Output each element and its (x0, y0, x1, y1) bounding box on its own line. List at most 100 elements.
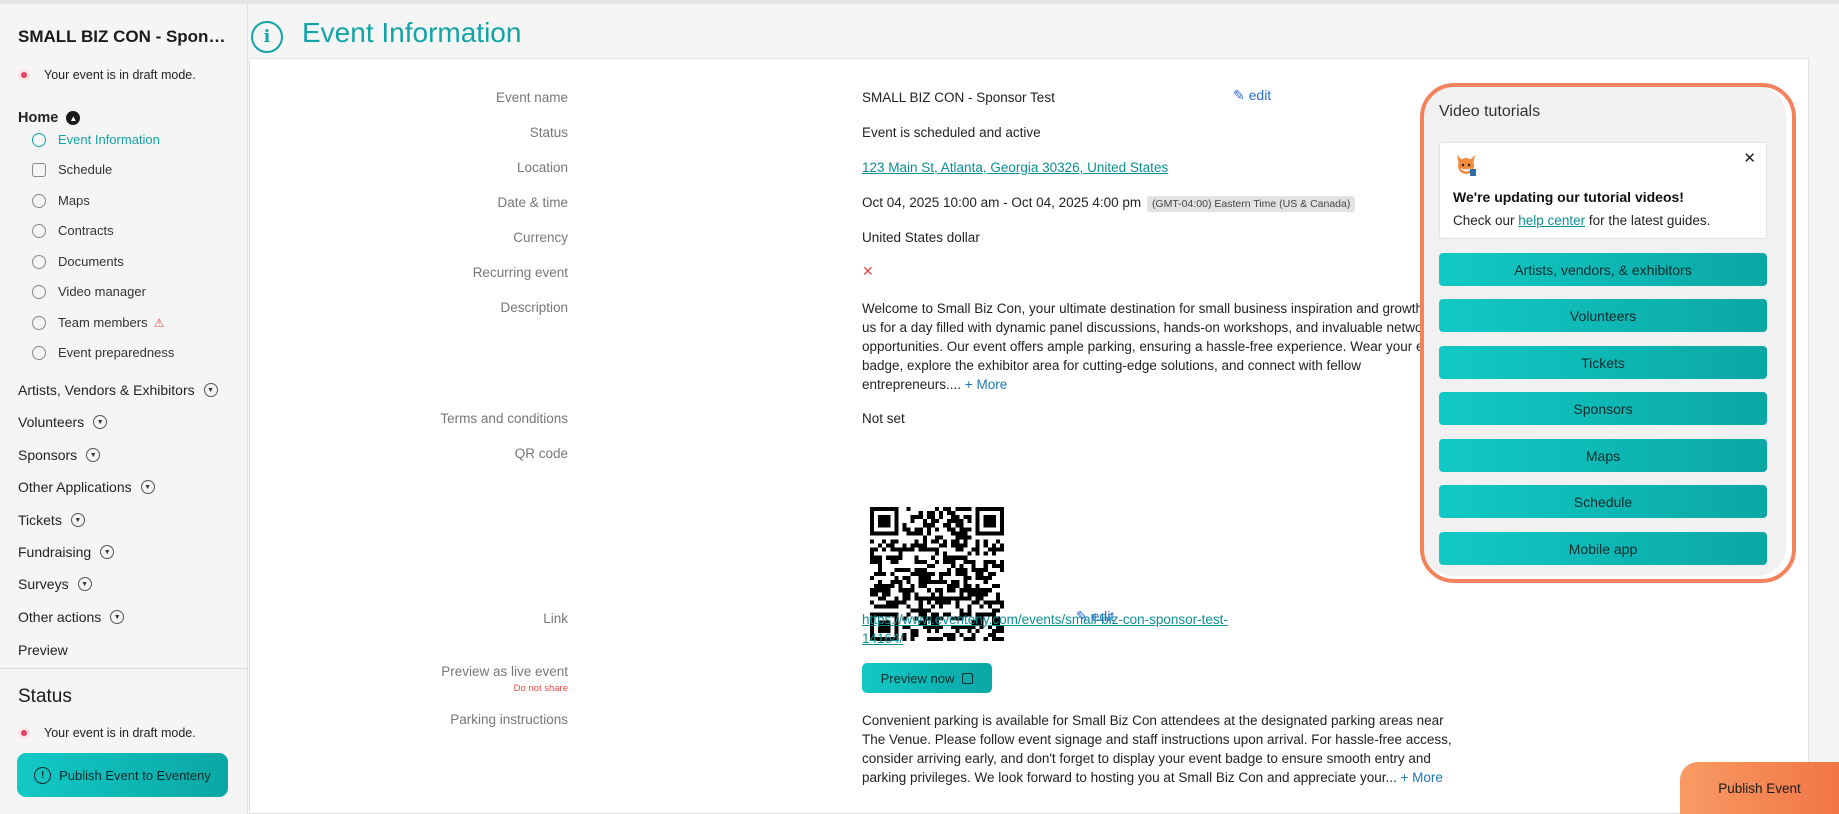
chevron-down-icon: ▼ (93, 415, 108, 429)
description-value: Welcome to Small Biz Con, your ultimate … (862, 299, 1462, 394)
top-border (0, 0, 1839, 4)
sidebar-item-label: Video manager (58, 284, 146, 299)
check-circle-icon (32, 345, 46, 360)
edit-event-link[interactable]: ✎ edit (1233, 87, 1271, 104)
tutorial-tickets-button[interactable]: Tickets (1439, 346, 1767, 379)
sidebar-item-team-members[interactable]: Team members ⚠ (32, 315, 164, 330)
preview-now-button[interactable]: Preview now (862, 663, 992, 693)
edit-link-button[interactable]: ✎ edit (1076, 608, 1114, 625)
timezone-badge: (GMT-04:00) Eastern Time (US & Canada) (1146, 196, 1356, 212)
status-draft-text: Your event is in draft mode. (44, 726, 196, 740)
sidebar-item-event-information[interactable]: Event Information (32, 132, 160, 147)
parking-label: Parking instructions (450, 712, 568, 727)
sidebar-item-event-preparedness[interactable]: Event preparedness (32, 345, 174, 360)
map-pin-icon (32, 193, 46, 208)
sidebar-section-tickets[interactable]: Tickets ▼ (18, 512, 85, 528)
sidebar-item-label: Schedule (58, 162, 113, 177)
sidebar-section-label: Tickets (18, 512, 62, 528)
document-icon (32, 254, 46, 269)
draft-dot-icon (18, 727, 30, 739)
tutorial-schedule-button[interactable]: Schedule (1439, 485, 1767, 518)
location-link[interactable]: 123 Main St, Atlanta, Georgia 30326, Uni… (862, 160, 1168, 175)
currency-label: Currency (513, 230, 568, 245)
publish-to-eventeny-button[interactable]: ! Publish Event to Eventeny (17, 753, 228, 797)
tutorial-artists-vendors-button[interactable]: Artists, vendors, & exhibitors (1439, 253, 1767, 286)
currency-value: United States dollar (862, 230, 980, 245)
sidebar-section-label: Fundraising (18, 544, 92, 560)
contract-icon (32, 223, 46, 238)
datetime-label: Date & time (497, 195, 568, 210)
description-more-link[interactable]: + More (965, 377, 1007, 392)
sidebar-section-label: Preview (18, 642, 68, 658)
publish-event-button[interactable]: Publish Event (1680, 762, 1839, 814)
parking-more-link[interactable]: + More (1401, 770, 1443, 785)
info-icon: i (251, 21, 283, 53)
draft-status-text: Your event is in draft mode. (44, 68, 196, 82)
tutorial-volunteers-button[interactable]: Volunteers (1439, 299, 1767, 332)
sidebar-section-label: Sponsors (18, 447, 78, 463)
link-label: Link (543, 611, 568, 626)
sidebar-item-schedule[interactable]: Schedule (32, 162, 112, 177)
sidebar-section-label: Other Applications (18, 479, 132, 495)
location-label: Location (516, 160, 568, 175)
sidebar-item-label: Team members (58, 315, 148, 330)
sidebar-section-other-actions[interactable]: Other actions ▼ (18, 609, 125, 625)
external-link-icon (962, 672, 974, 684)
sidebar-section-artists-vendors-exhibitors[interactable]: Artists, Vendors & Exhibitors ▼ (18, 382, 218, 398)
datetime-text: Oct 04, 2025 10:00 am - Oct 04, 2025 4:0… (862, 195, 1142, 210)
globe-icon (32, 284, 46, 299)
status-heading: Status (18, 686, 72, 707)
tutorial-maps-button[interactable]: Maps (1439, 439, 1767, 472)
close-icon[interactable]: ✕ (1743, 149, 1756, 167)
sidebar-home[interactable]: Home ▲ (18, 110, 81, 126)
chevron-down-icon: ▼ (100, 545, 115, 559)
sidebar-item-maps[interactable]: Maps (32, 193, 90, 208)
pencil-icon: ✎ (1076, 608, 1088, 624)
event-title: SMALL BIZ CON - Sponsor Test (18, 27, 233, 46)
notice-suffix: for the latest guides. (1585, 213, 1711, 228)
terms-value: Not set (862, 411, 905, 426)
datetime-value: Oct 04, 2025 10:00 am - Oct 04, 2025 4:0… (862, 195, 1356, 212)
notice-text: Check our help center for the latest gui… (1453, 213, 1710, 228)
sidebar-item-contracts[interactable]: Contracts (32, 223, 114, 238)
status-value: Event is scheduled and active (862, 125, 1041, 140)
sidebar-section-label: Volunteers (18, 414, 85, 430)
qr-label: QR code (514, 446, 568, 461)
draft-status: Your event is in draft mode. (18, 68, 196, 82)
info-icon (32, 132, 46, 147)
terms-label: Terms and conditions (440, 411, 568, 426)
sidebar-section-other-applications[interactable]: Other Applications ▼ (18, 479, 155, 495)
edit-label: edit (1248, 87, 1272, 103)
chevron-down-icon: ▼ (203, 383, 218, 397)
chevron-down-icon: ▼ (110, 610, 125, 624)
sidebar-section-preview[interactable]: Preview (18, 642, 68, 658)
tutorial-sponsors-button[interactable]: Sponsors (1439, 392, 1767, 425)
sidebar-item-label: Event Information (58, 132, 160, 147)
video-tutorials-title: Video tutorials (1439, 103, 1541, 120)
sidebar-divider (0, 668, 248, 669)
collapse-icon[interactable]: ▲ (66, 111, 81, 125)
sidebar-item-video-manager[interactable]: Video manager (32, 284, 146, 299)
preview-button-label: Preview now (880, 670, 955, 686)
sidebar-section-sponsors[interactable]: Sponsors ▼ (18, 447, 101, 463)
sidebar-section-surveys[interactable]: Surveys ▼ (18, 576, 92, 592)
parking-value: Convenient parking is available for Smal… (862, 711, 1462, 787)
sidebar-section-label: Other actions (18, 609, 102, 625)
tutorial-mobile-app-button[interactable]: Mobile app (1439, 532, 1767, 565)
help-center-link[interactable]: help center (1518, 213, 1585, 228)
status-label: Status (529, 125, 568, 140)
sidebar-section-label: Surveys (18, 576, 69, 592)
sidebar-section-fundraising[interactable]: Fundraising ▼ (18, 544, 115, 560)
sidebar-item-documents[interactable]: Documents (32, 254, 124, 269)
users-icon (32, 315, 46, 330)
notice-prefix: Check our (1453, 213, 1519, 228)
draft-dot-icon (18, 69, 30, 81)
sidebar-section-label: Artists, Vendors & Exhibitors (18, 382, 195, 398)
do-not-share-note: Do not share (513, 683, 568, 694)
sidebar-section-volunteers[interactable]: Volunteers ▼ (18, 414, 108, 430)
event-name-value: SMALL BIZ CON - Sponsor Test (862, 90, 1055, 105)
event-name-label: Event name (495, 90, 568, 105)
sidebar-item-label: Contracts (58, 223, 114, 238)
edit-label: edit (1091, 608, 1115, 624)
parking-text: Convenient parking is available for Smal… (862, 713, 1452, 785)
